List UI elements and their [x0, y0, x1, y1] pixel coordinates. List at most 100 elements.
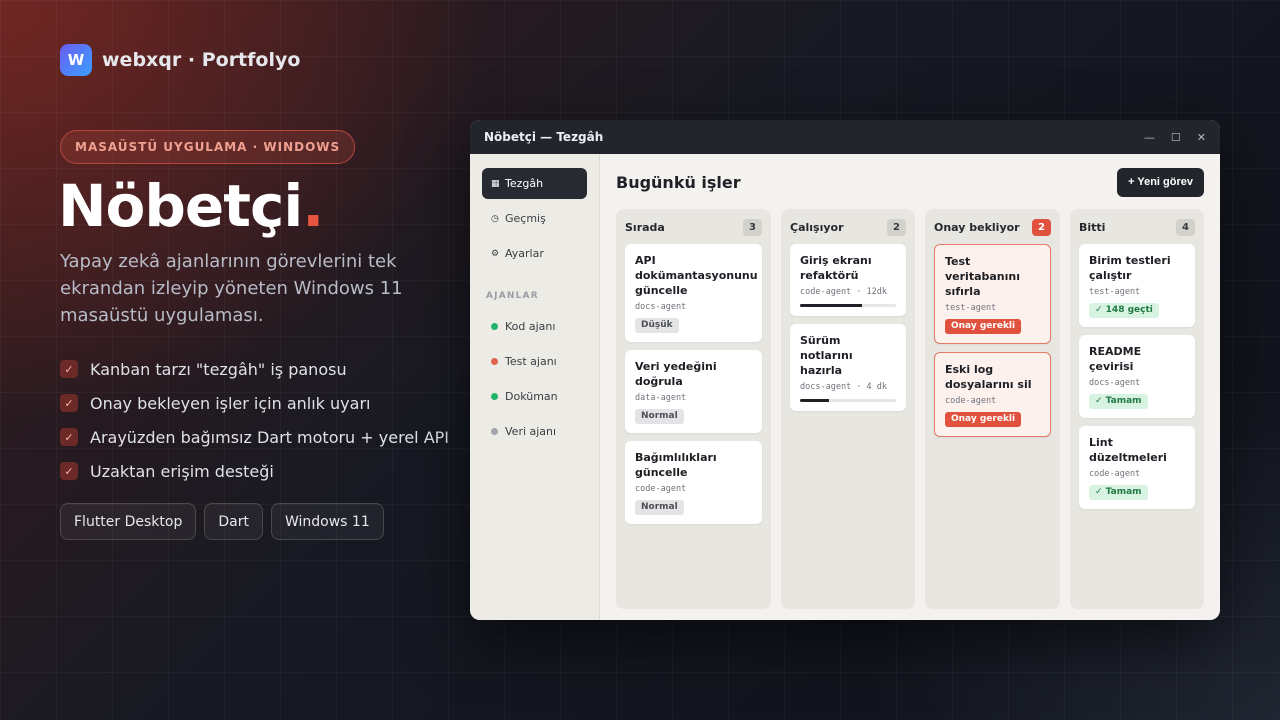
column-header: Onay bekliyor 2	[934, 218, 1051, 236]
column-count-badge: 2	[887, 218, 906, 236]
nav-item-ayarlar[interactable]: ⚙ Ayarlar	[482, 238, 587, 269]
feature-text: Uzaktan erişim desteği	[90, 461, 274, 481]
page-title: Bugünkü işler	[616, 172, 741, 192]
sidebar: ▦ Tezgâh ◷ Geçmiş ⚙ Ayarlar AJANLAR Kod …	[470, 154, 600, 620]
agent-item-test[interactable]: Test ajanı	[482, 346, 587, 377]
window-controls: — ☐ ✕	[1144, 131, 1206, 144]
feature-text: Onay bekleyen işler için anlık uyarı	[90, 393, 371, 413]
progress-fill	[800, 399, 829, 402]
column-header: Bitti 4	[1079, 218, 1195, 236]
task-card[interactable]: Giriş ekranı refaktörü code-agent · 12dk	[790, 244, 906, 316]
task-title: Lint düzeltmeleri	[1089, 436, 1167, 464]
task-title: Veri yedeğini doğrula	[635, 360, 717, 388]
status-dot-icon	[491, 428, 498, 435]
status-dot-icon	[491, 393, 498, 400]
approval-required-tag[interactable]: Onay gerekli	[945, 412, 1022, 427]
task-card[interactable]: Bağımlılıkları güncelle code-agent Norma…	[625, 441, 762, 524]
column-title: Bitti	[1079, 220, 1106, 234]
task-agent: test-agent	[1089, 287, 1141, 297]
task-agent: docs-agent	[1089, 378, 1141, 388]
progress-bar	[800, 399, 896, 402]
priority-tag: Normal	[635, 500, 684, 515]
approval-required-tag[interactable]: Onay gerekli	[945, 319, 1022, 334]
column-header: Sırada 3	[625, 218, 762, 236]
column-count-badge: 2	[1032, 218, 1051, 236]
task-card[interactable]: README çevirisi docs-agent ✓ Tamam	[1079, 335, 1195, 418]
task-title: Test veritabanını sıfırla	[945, 255, 1021, 298]
column-count-badge: 4	[1176, 218, 1195, 236]
check-icon: ✓	[60, 462, 78, 480]
column-bitti: Bitti 4 Birim testleri çalıştır test-age…	[1070, 209, 1204, 609]
main-header: Bugünkü işler + Yeni görev	[616, 167, 1204, 197]
clock-icon: ◷	[491, 213, 499, 224]
column-title: Onay bekliyor	[934, 220, 1020, 234]
title-bar[interactable]: Nöbetçi — Tezgâh — ☐ ✕	[470, 120, 1220, 154]
priority-tag: Normal	[635, 409, 684, 424]
agent-item-kod[interactable]: Kod ajanı	[482, 311, 587, 342]
task-agent: docs-agent	[635, 302, 687, 312]
feature-item: ✓ Uzaktan erişim desteği	[60, 454, 449, 488]
agent-label: Kod ajanı	[505, 320, 556, 333]
agent-label: Doküman	[505, 390, 558, 403]
nav-item-tezgah[interactable]: ▦ Tezgâh	[482, 168, 587, 199]
agent-label: Veri ajanı	[505, 425, 557, 438]
task-card[interactable]: API dokümantasyonunu güncelle docs-agent…	[625, 244, 762, 342]
priority-tag: Düşük	[635, 318, 679, 333]
column-title: Sırada	[625, 220, 665, 234]
task-agent: docs-agent · 4 dk	[800, 382, 887, 392]
task-card[interactable]: Test veritabanını sıfırla test-agent Ona…	[934, 244, 1051, 344]
gear-icon: ⚙	[491, 248, 500, 259]
agent-item-dokuman[interactable]: Doküman	[482, 381, 587, 412]
window-title: Nöbetçi — Tezgâh	[484, 130, 604, 144]
feature-text: Arayüzden bağımsız Dart motoru + yerel A…	[90, 427, 449, 447]
task-card[interactable]: Birim testleri çalıştır test-agent ✓ 148…	[1079, 244, 1195, 327]
column-header: Çalışıyor 2	[790, 218, 906, 236]
check-icon: ✓	[60, 428, 78, 446]
progress-bar	[800, 304, 896, 307]
status-dot-icon	[491, 358, 498, 365]
task-card[interactable]: Veri yedeğini doğrula data-agent Normal	[625, 350, 762, 433]
main-content: Bugünkü işler + Yeni görev Sırada 3 API …	[600, 154, 1220, 620]
result-tag: ✓ 148 geçti	[1089, 303, 1159, 318]
task-agent: data-agent	[635, 393, 687, 403]
column-sirada: Sırada 3 API dokümantasyonunu güncelle d…	[616, 209, 771, 609]
platform-badge: MASAÜSTÜ UYGULAMA · WINDOWS	[60, 130, 356, 164]
app-window: Nöbetçi — Tezgâh — ☐ ✕ ▦ Tezgâh ◷ Geçmiş…	[470, 120, 1220, 620]
result-tag: ✓ Tamam	[1089, 394, 1148, 409]
nav-item-label: Ayarlar	[505, 247, 544, 260]
nav-item-label: Geçmiş	[505, 212, 546, 225]
feature-text: Kanban tarzı "tezgâh" iş panosu	[90, 359, 347, 379]
tech-chip: Flutter Desktop	[60, 503, 197, 540]
window-body: ▦ Tezgâh ◷ Geçmiş ⚙ Ayarlar AJANLAR Kod …	[470, 154, 1220, 620]
task-agent: code-agent	[635, 484, 687, 494]
task-title: Eski log dosyalarını sil	[945, 363, 1032, 391]
task-card[interactable]: Eski log dosyalarını sil code-agent Onay…	[934, 352, 1051, 437]
task-card[interactable]: Lint düzeltmeleri code-agent ✓ Tamam	[1079, 426, 1195, 509]
tech-chips: Flutter Desktop Dart Windows 11	[60, 503, 384, 540]
task-title: API dokümantasyonunu güncelle	[635, 254, 758, 297]
maximize-icon[interactable]: ☐	[1171, 131, 1181, 144]
feature-item: ✓ Kanban tarzı "tezgâh" iş panosu	[60, 352, 449, 386]
brand-logo-icon: W	[60, 44, 92, 76]
task-title: Giriş ekranı refaktörü	[800, 254, 872, 282]
task-title: Sürüm notlarını hazırla	[800, 334, 853, 377]
progress-fill	[800, 304, 863, 307]
agents-section-label: AJANLAR	[486, 291, 539, 301]
close-icon[interactable]: ✕	[1197, 131, 1206, 144]
feature-item: ✓ Onay bekleyen işler için anlık uyarı	[60, 386, 449, 420]
task-agent: code-agent · 12dk	[800, 287, 887, 297]
column-count-badge: 3	[743, 218, 762, 236]
task-agent: code-agent	[1089, 469, 1141, 479]
task-card[interactable]: Sürüm notlarını hazırla docs-agent · 4 d…	[790, 324, 906, 411]
column-onay-bekliyor: Onay bekliyor 2 Test veritabanını sıfırl…	[925, 209, 1060, 609]
new-task-button[interactable]: + Yeni görev	[1117, 167, 1204, 197]
brand-name: webxqr · Portfolyo	[102, 49, 301, 71]
minimize-icon[interactable]: —	[1144, 131, 1155, 144]
nav-item-gecmis[interactable]: ◷ Geçmiş	[482, 203, 587, 234]
agent-label: Test ajanı	[505, 355, 557, 368]
agent-item-veri[interactable]: Veri ajanı	[482, 416, 587, 447]
hero-title-text: Nöbetçi	[58, 172, 303, 240]
task-title: README çevirisi	[1089, 345, 1142, 373]
column-calisiyor: Çalışıyor 2 Giriş ekranı refaktörü code-…	[781, 209, 915, 609]
check-icon: ✓	[60, 360, 78, 378]
